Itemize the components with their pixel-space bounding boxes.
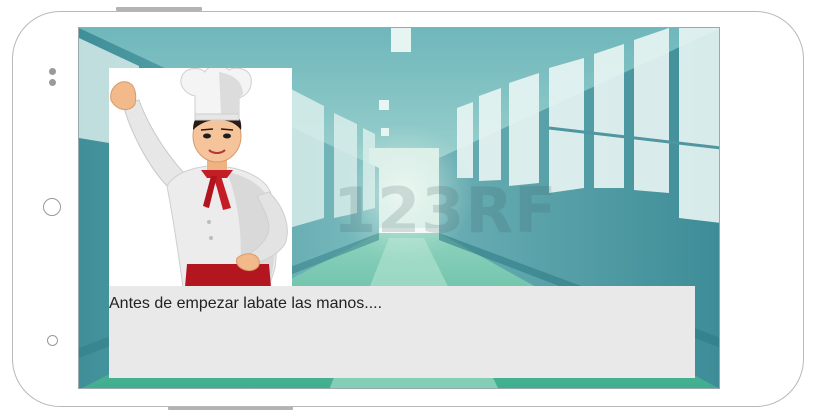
dialog-box[interactable]: Antes de empezar labate las manos.... (109, 286, 695, 378)
sensor-dot-icon (49, 79, 56, 86)
dialog-text: Antes de empezar labate las manos.... (109, 295, 383, 312)
chef-illustration (110, 68, 288, 287)
watermark-text: 123RF (333, 174, 558, 247)
camera-dot-icon (49, 68, 56, 75)
home-circle-icon[interactable] (43, 198, 61, 216)
app-stage: 123RF Antes de empezar labate las manos.… (0, 0, 816, 417)
back-circle-icon[interactable] (47, 335, 58, 346)
chef-character (109, 68, 292, 287)
